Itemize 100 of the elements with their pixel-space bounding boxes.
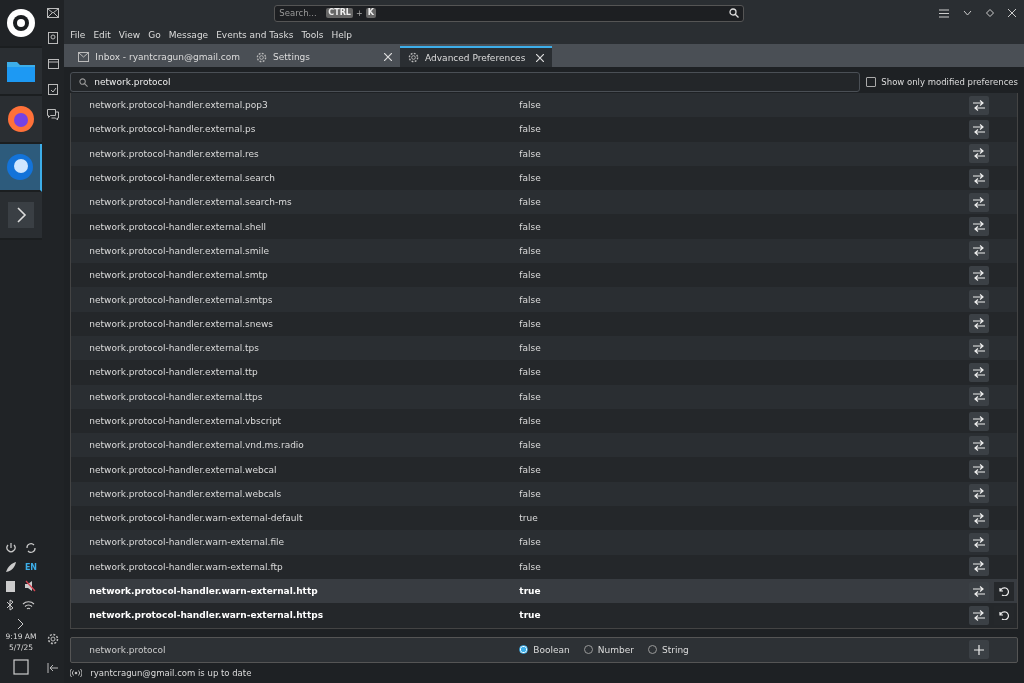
preference-value: false [519,561,542,572]
radio-label[interactable]: String [661,644,689,655]
toggle-button[interactable] [969,168,989,188]
task-list-icon[interactable] [48,83,59,95]
toggle-button[interactable] [969,338,989,358]
minimize-icon[interactable] [963,10,972,16]
global-search-field[interactable]: Search... CTRL + K [274,4,745,22]
toggle-button[interactable] [969,217,989,237]
bluetooth-icon[interactable] [6,599,15,611]
toggle-button[interactable] [969,411,989,431]
preference-search-field[interactable]: network.protocol [70,72,861,92]
tab[interactable]: Settings [248,47,401,67]
chat-icon[interactable] [47,109,60,120]
reset-button[interactable] [994,581,1014,601]
search-input[interactable]: network.protocol [94,77,852,87]
radio-label[interactable]: Boolean [533,644,570,655]
wifi-icon[interactable] [22,599,36,611]
muted-speaker-icon[interactable] [24,580,37,592]
toggle-button[interactable] [969,192,989,212]
preference-row[interactable]: network.protocol-handler.external.webcals false [71,481,1017,507]
menu-icon[interactable] [939,8,949,18]
menu-item[interactable]: Events and Tasks [216,30,294,40]
menu-item[interactable]: Go [148,30,161,40]
show-desktop-icon[interactable] [13,659,29,675]
shortcut-plus: + [355,8,363,18]
checkbox-label[interactable]: Show only modified preferences [881,77,1018,87]
preference-row[interactable]: network.protocol-handler.warn-external.ftp false [71,554,1017,579]
toggle-button[interactable] [969,95,989,115]
close-icon[interactable] [384,53,393,61]
toggle-button[interactable] [969,533,989,552]
preference-row[interactable]: network.protocol-handler.warn-external.file false [71,530,1017,555]
menu-item[interactable]: Edit [93,30,111,40]
toggle-button[interactable] [969,119,989,139]
preference-row[interactable]: network.protocol-handler.external.shell false [71,214,1017,239]
preference-row[interactable]: network.protocol-handler.external.ps false [71,117,1017,142]
menu-item[interactable]: Message [168,30,209,40]
preference-row[interactable]: network.protocol-handler.external.search false [71,165,1017,191]
search-input[interactable]: Search... [279,8,324,18]
menu-item[interactable]: Help [331,30,353,40]
close-icon[interactable] [536,53,545,62]
preference-row[interactable]: network.protocol-handler.warn-external.http true [71,578,1017,604]
preference-row[interactable]: network.protocol-handler.external.ttp false [71,360,1017,385]
collapse-icon[interactable] [47,663,60,673]
toggle-button[interactable] [969,362,989,382]
menu-item[interactable]: Tools [301,30,324,40]
calendar-icon[interactable] [47,58,59,69]
preference-row[interactable]: network.protocol-handler.external.pop3 false [71,93,1017,118]
preference-row[interactable]: network.protocol-handler.external.tps false [71,335,1017,361]
toggle-button[interactable] [969,387,989,407]
toggle-button[interactable] [969,605,989,625]
preference-row[interactable]: network.protocol-handler.external.vbscript false [71,408,1017,434]
toggle-button[interactable] [969,581,989,601]
power-icon[interactable] [5,542,17,554]
radio-button[interactable] [647,645,657,655]
preference-row[interactable]: network.protocol-handler.external.res false [71,141,1017,166]
preference-row[interactable]: network.protocol-handler.external.webcal false [71,457,1017,482]
preference-row[interactable]: network.protocol-handler.external.smtp false [71,263,1017,288]
close-icon[interactable] [1008,9,1016,17]
toggle-button[interactable] [969,290,989,309]
preference-row[interactable]: network.protocol-handler.external.snews false [71,311,1017,336]
radio-label[interactable]: Number [597,644,634,655]
preference-row[interactable]: network.protocol-handler.warn-external.https true [71,603,1017,628]
preference-row[interactable]: network.protocol-handler.external.search-ms false [71,190,1017,215]
refresh-icon[interactable] [25,542,37,554]
folder-icon[interactable] [7,60,35,82]
toggle-button[interactable] [969,557,989,577]
preference-name: network.protocol-handler.external.smile [88,245,270,256]
toggle-button[interactable] [969,435,989,455]
maximize-icon[interactable] [986,9,994,17]
add-button[interactable] [969,640,989,660]
radio-button[interactable] [583,645,593,655]
radio-button[interactable] [519,645,529,655]
preference-row[interactable]: network.protocol-handler.external.vnd.ms.radio false [71,433,1017,458]
preference-name: network.protocol-handler.warn-external-default [88,513,304,524]
tab[interactable]: Advanced Preferences [400,46,553,67]
toggle-button[interactable] [969,314,989,334]
menu-item[interactable]: File [70,30,86,40]
leaf-icon[interactable] [4,561,17,573]
preference-row[interactable]: network.protocol-handler.external.smtps false [71,287,1017,312]
toggle-button[interactable] [969,241,989,261]
preference-row[interactable]: network.protocol-handler.warn-external-default true [71,506,1017,531]
address-book-icon[interactable] [48,32,59,44]
toggle-button[interactable] [969,265,989,285]
settings-icon[interactable] [47,633,60,645]
tab[interactable]: Inbox - ryantcragun@gmail.com [70,47,249,67]
chevron-right-icon[interactable] [17,618,25,630]
preference-row[interactable]: network.protocol-handler.external.ttps false [71,384,1017,409]
preference-value: false [519,245,542,256]
launcher-icon[interactable] [6,8,36,38]
toggle-button[interactable] [969,484,989,504]
toggle-button[interactable] [969,460,989,480]
chevron-right-icon[interactable] [8,202,34,228]
toggle-button[interactable] [969,144,989,164]
toggle-button[interactable] [969,508,989,528]
preference-value: false [519,537,542,548]
menu-item[interactable]: View [118,30,141,40]
preference-row[interactable]: network.protocol-handler.external.smile false [71,238,1017,264]
keyboard-layout[interactable]: EN [24,562,38,572]
checkbox[interactable] [866,77,877,87]
mail-icon[interactable] [47,8,60,18]
